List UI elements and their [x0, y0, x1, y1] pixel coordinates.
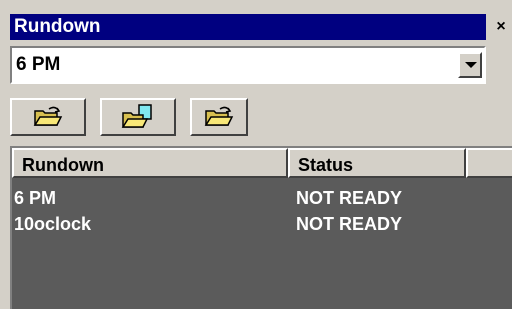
column-header-status[interactable]: Status	[288, 148, 466, 178]
open-document-button[interactable]	[100, 98, 176, 136]
rundown-status: NOT READY	[296, 214, 403, 234]
open-folder-icon	[204, 106, 234, 126]
chevron-down-icon[interactable]	[458, 52, 482, 78]
rundown-status: NOT READY	[296, 188, 403, 208]
rundown-select-value: 6 PM	[16, 54, 61, 75]
rundown-window: Rundown × 6 PM Rundown Status 6 PM NOT R…	[0, 0, 512, 309]
list-item[interactable]: 10oclock NOT READY	[12, 212, 512, 236]
open-button[interactable]	[10, 98, 86, 136]
open-folder-button[interactable]	[190, 98, 248, 136]
close-button[interactable]: ×	[494, 19, 508, 35]
open-folder-document-icon	[121, 104, 152, 128]
list-item[interactable]: 6 PM NOT READY	[12, 186, 512, 210]
column-header-empty[interactable]	[466, 148, 512, 178]
column-header-rundown[interactable]: Rundown	[12, 148, 288, 178]
rundown-select[interactable]: 6 PM	[10, 46, 486, 84]
window-title: Rundown	[14, 16, 101, 37]
rundown-list[interactable]: Rundown Status 6 PM NOT READY 10oclock N…	[10, 146, 512, 309]
window-title-bar[interactable]: Rundown	[10, 14, 486, 40]
list-header: Rundown Status	[12, 148, 512, 178]
rundown-name: 6 PM	[14, 188, 57, 208]
open-folder-icon	[33, 106, 63, 126]
rundown-name: 10oclock	[14, 214, 92, 234]
